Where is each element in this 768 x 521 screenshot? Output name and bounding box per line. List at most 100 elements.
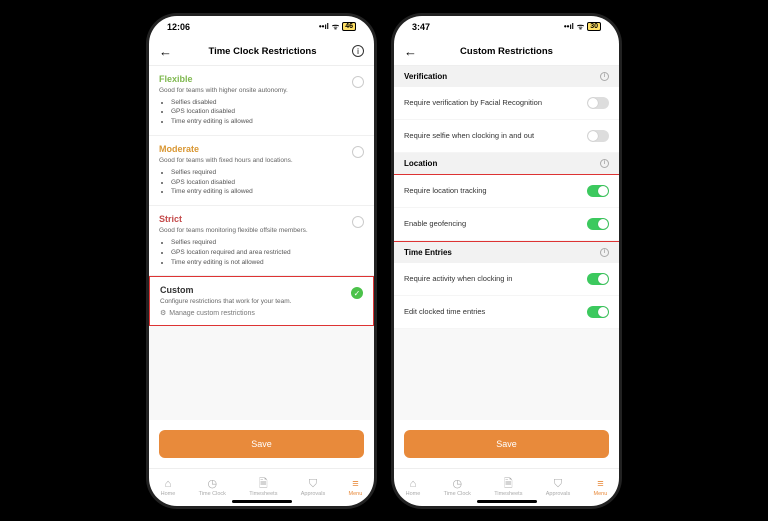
radio-icon[interactable] [352, 216, 364, 228]
option-strict[interactable]: Strict Good for teams monitoring flexibl… [149, 206, 374, 276]
toggle-on[interactable] [587, 306, 609, 318]
tab-approvals[interactable]: ⛉Approvals [546, 479, 570, 497]
menu-icon: ≡ [597, 479, 603, 490]
section-title: Verification [404, 72, 447, 81]
option-subtitle: Good for teams monitoring flexible offsi… [159, 227, 364, 234]
clock-icon: ◷ [452, 479, 462, 490]
section-title: Location [404, 159, 437, 168]
signal-icon: ••ıl [564, 22, 574, 31]
save-area: Save [394, 420, 619, 468]
signal-icon: ••ıl [319, 22, 329, 31]
status-time: 12:06 [167, 22, 190, 32]
option-moderate[interactable]: Moderate Good for teams with fixed hours… [149, 136, 374, 206]
home-icon: ⌂ [410, 479, 417, 490]
tab-menu[interactable]: ≡Menu [594, 479, 608, 497]
bullet: GPS location disabled [171, 107, 364, 117]
save-area: Save [149, 420, 374, 468]
gear-icon: ⚙ [160, 309, 166, 317]
bullet: Time entry editing is allowed [171, 117, 364, 127]
tab-home[interactable]: ⌂Home [406, 479, 421, 497]
toggle-off[interactable] [587, 97, 609, 109]
row-label: Require activity when clocking in [404, 274, 512, 283]
sheet-icon: 🗎 [504, 479, 513, 490]
content: Flexible Good for teams with higher onsi… [149, 66, 374, 420]
tab-timeclock[interactable]: ◷Time Clock [199, 479, 226, 497]
content: Verification i Require verification by F… [394, 66, 619, 420]
wifi-icon: ᯤ [577, 21, 584, 32]
home-indicator [232, 500, 292, 503]
toggle-on[interactable] [587, 185, 609, 197]
bullet: Selfies disabled [171, 98, 364, 108]
header: ← Custom Restrictions [394, 38, 619, 66]
section-verification: Verification i [394, 66, 619, 87]
tab-home[interactable]: ⌂Home [161, 479, 176, 497]
info-icon[interactable]: i [352, 45, 364, 57]
home-icon: ⌂ [165, 479, 172, 490]
tab-menu[interactable]: ≡Menu [349, 479, 363, 497]
tab-timeclock[interactable]: ◷Time Clock [444, 479, 471, 497]
statusbar: 3:47 ••ıl ᯤ 30 [394, 16, 619, 38]
option-subtitle: Good for teams with fixed hours and loca… [159, 157, 364, 164]
phone-right: 3:47 ••ıl ᯤ 30 ← Custom Restrictions Ver… [394, 16, 619, 506]
bullet: Time entry editing is allowed [171, 187, 364, 197]
toggle-on[interactable] [587, 218, 609, 230]
bullet: GPS location required and area restricte… [171, 248, 364, 258]
row-label: Require verification by Facial Recogniti… [404, 98, 542, 107]
menu-icon: ≡ [352, 479, 358, 490]
page-title: Custom Restrictions [418, 46, 595, 57]
radio-icon[interactable] [352, 76, 364, 88]
row-label: Require selfie when clocking in and out [404, 131, 534, 140]
option-title: Moderate [159, 144, 364, 154]
bullet: Selfies required [171, 168, 364, 178]
bullet: GPS location disabled [171, 178, 364, 188]
row-label: Enable geofencing [404, 219, 466, 228]
tab-approvals[interactable]: ⛉Approvals [301, 479, 325, 497]
back-icon[interactable]: ← [159, 44, 173, 59]
toggle-on[interactable] [587, 273, 609, 285]
battery-badge: 46 [342, 22, 356, 31]
save-button[interactable]: Save [159, 430, 364, 458]
shield-icon: ⛉ [554, 479, 562, 490]
option-custom[interactable]: Custom Configure restrictions that work … [149, 276, 374, 326]
row-location-tracking: Require location tracking [394, 175, 619, 208]
row-geofencing: Enable geofencing [394, 208, 619, 241]
row-selfie: Require selfie when clocking in and out [394, 120, 619, 153]
wifi-icon: ᯤ [332, 21, 339, 32]
back-icon[interactable]: ← [404, 44, 418, 59]
option-subtitle: Configure restrictions that work for you… [160, 298, 363, 305]
manage-custom-link[interactable]: ⚙ Manage custom restrictions [160, 309, 363, 317]
section-location: Location i [394, 153, 619, 174]
section-title: Time Entries [404, 248, 452, 257]
sheet-icon: 🗎 [259, 479, 268, 490]
row-label: Require location tracking [404, 186, 487, 195]
battery-badge: 30 [587, 22, 601, 31]
save-button[interactable]: Save [404, 430, 609, 458]
info-icon[interactable]: i [600, 248, 609, 257]
bullet: Time entry editing is not allowed [171, 258, 364, 268]
clock-icon: ◷ [207, 479, 217, 490]
option-flexible[interactable]: Flexible Good for teams with higher onsi… [149, 66, 374, 136]
highlight-location-rows: Require location tracking Enable geofenc… [394, 174, 619, 242]
page-title: Time Clock Restrictions [173, 46, 352, 57]
status-time: 3:47 [412, 22, 430, 32]
section-time-entries: Time Entries i [394, 242, 619, 263]
option-title: Custom [160, 285, 363, 295]
option-title: Strict [159, 214, 364, 224]
info-icon[interactable]: i [600, 72, 609, 81]
tab-timesheets[interactable]: 🗎Timesheets [249, 479, 277, 497]
row-edit-time: Edit clocked time entries [394, 296, 619, 329]
info-icon[interactable]: i [600, 159, 609, 168]
radio-icon[interactable] [352, 146, 364, 158]
row-label: Edit clocked time entries [404, 307, 485, 316]
tab-timesheets[interactable]: 🗎Timesheets [494, 479, 522, 497]
shield-icon: ⛉ [309, 479, 317, 490]
phone-left: 12:06 ••ıl ᯤ 46 ← Time Clock Restriction… [149, 16, 374, 506]
row-facial-recognition: Require verification by Facial Recogniti… [394, 87, 619, 120]
toggle-off[interactable] [587, 130, 609, 142]
header: ← Time Clock Restrictions i [149, 38, 374, 66]
manage-label: Manage custom restrictions [169, 310, 255, 317]
home-indicator [477, 500, 537, 503]
option-subtitle: Good for teams with higher onsite autono… [159, 87, 364, 94]
option-title: Flexible [159, 74, 364, 84]
bullet: Selfies required [171, 238, 364, 248]
